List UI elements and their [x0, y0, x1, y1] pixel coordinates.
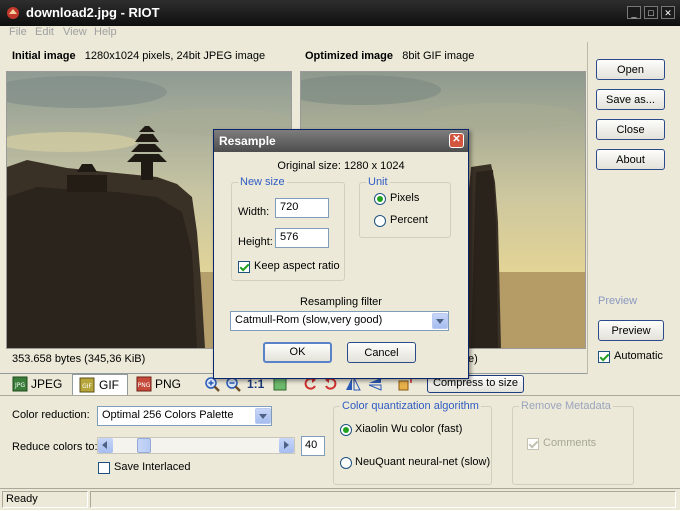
- height-input[interactable]: 576: [275, 228, 329, 248]
- unit-group: Unit: [359, 176, 451, 238]
- automatic-label: Automatic: [614, 350, 663, 362]
- reduce-colors-scrollbar[interactable]: [97, 437, 295, 454]
- tab-gif-label: GIF: [99, 378, 119, 392]
- svg-text:GIF: GIF: [82, 383, 92, 390]
- status-bar: Ready: [0, 488, 680, 511]
- xiaolin-wu-radio[interactable]: [340, 424, 352, 436]
- maximize-icon: □: [648, 8, 654, 18]
- optimized-image-info: 8bit GIF image: [402, 50, 475, 62]
- options-divider: [0, 395, 680, 396]
- reduce-colors-label: Reduce colors to:: [12, 441, 98, 453]
- initial-image-header: Initial image 1280x1024 pixels, 24bit JP…: [12, 50, 265, 62]
- tab-png[interactable]: PNG PNG: [132, 374, 192, 394]
- save-interlaced-checkbox[interactable]: [98, 462, 110, 474]
- original-size-text: Original size: 1280 x 1024: [277, 160, 405, 172]
- dialog-close-button[interactable]: ✕: [449, 133, 464, 148]
- pixels-label: Pixels: [390, 192, 420, 204]
- title-bar[interactable]: download2.jpg - RIOT _ □ ✕: [0, 0, 680, 26]
- menu-file[interactable]: File: [9, 26, 27, 38]
- dialog-title-bar[interactable]: Resample ✕: [214, 130, 468, 152]
- chevron-right-icon: [284, 441, 289, 449]
- minimize-button[interactable]: _: [627, 6, 641, 19]
- save-interlaced-label: Save Interlaced: [114, 461, 191, 473]
- resampling-filter-dropdown-icon[interactable]: [432, 313, 448, 329]
- neuquant-label: NeuQuant neural-net (slow): [355, 456, 491, 468]
- tab-gif[interactable]: GIF GIF: [72, 374, 128, 395]
- menu-bar: File Edit View Help: [0, 26, 680, 40]
- height-label: Height:: [238, 236, 273, 248]
- jpeg-file-icon: JPG: [12, 376, 28, 392]
- riot-window: download2.jpg - RIOT _ □ ✕ File Edit Vie…: [0, 0, 680, 510]
- scroll-right-button[interactable]: [279, 438, 294, 453]
- close-button[interactable]: Close: [596, 119, 665, 140]
- optimized-image-header: Optimized image 8bit GIF image: [305, 50, 474, 62]
- color-reduction-dropdown-icon[interactable]: [255, 408, 271, 424]
- gif-file-icon: GIF: [79, 377, 95, 393]
- scroll-thumb[interactable]: [137, 438, 151, 453]
- svg-text:JPG: JPG: [14, 382, 25, 389]
- window-title: download2.jpg - RIOT: [26, 5, 160, 20]
- tab-jpeg[interactable]: JPG JPEG: [8, 374, 68, 394]
- new-size-group-title: New size: [238, 176, 287, 188]
- optimized-image-title: Optimized image: [305, 50, 394, 62]
- color-reduction-label: Color reduction:: [12, 409, 90, 421]
- preview-button[interactable]: Preview: [598, 320, 664, 341]
- automatic-checkbox[interactable]: [598, 351, 610, 363]
- actual-size-button[interactable]: 1:1: [247, 377, 264, 391]
- keep-aspect-label: Keep aspect ratio: [254, 260, 340, 272]
- percent-radio[interactable]: [374, 215, 386, 227]
- png-file-icon: PNG: [136, 376, 152, 392]
- resampling-filter-value: Catmull-Rom (slow,very good): [235, 314, 383, 326]
- tab-png-label: PNG: [155, 377, 182, 391]
- svg-text:PNG: PNG: [138, 382, 151, 389]
- status-text: Ready: [6, 493, 38, 505]
- ok-button[interactable]: OK: [263, 342, 332, 363]
- maximize-button[interactable]: □: [644, 6, 658, 19]
- initial-image-title: Initial image: [12, 50, 76, 62]
- menu-view[interactable]: View: [63, 26, 87, 38]
- about-button[interactable]: About: [596, 149, 665, 170]
- menu-edit[interactable]: Edit: [35, 26, 54, 38]
- status-cell-1: Ready: [2, 491, 88, 508]
- dialog-title: Resample: [219, 134, 276, 148]
- comments-label: Comments: [543, 437, 597, 449]
- keep-aspect-checkbox[interactable]: [238, 261, 250, 273]
- cancel-button[interactable]: Cancel: [347, 342, 416, 363]
- close-window-button[interactable]: ✕: [661, 6, 675, 19]
- menu-help[interactable]: Help: [94, 26, 117, 38]
- resampling-filter-label: Resampling filter: [300, 296, 382, 308]
- chevron-left-icon: [102, 441, 107, 449]
- close-icon: ✕: [664, 8, 672, 18]
- pixels-radio[interactable]: [374, 193, 386, 205]
- percent-label: Percent: [390, 214, 428, 226]
- tab-jpeg-label: JPEG: [31, 377, 63, 391]
- save-as-button[interactable]: Save as...: [596, 89, 665, 110]
- app-icon: [7, 7, 19, 19]
- status-cell-2: [90, 491, 676, 508]
- preview-group-title: Preview: [596, 295, 640, 307]
- width-input[interactable]: 720: [275, 198, 329, 218]
- open-button[interactable]: Open: [596, 59, 665, 80]
- width-label: Width:: [238, 206, 270, 218]
- optimized-file-size: e): [468, 353, 478, 365]
- quantization-group-title: Color quantization algorithm: [340, 400, 481, 412]
- color-reduction-select[interactable]: Optimal 256 Colors Palette: [97, 406, 272, 426]
- minimize-icon: _: [631, 8, 637, 18]
- xiaolin-wu-label: Xiaolin Wu color (fast): [355, 423, 463, 435]
- resampling-filter-select[interactable]: Catmull-Rom (slow,very good): [230, 311, 449, 331]
- scroll-left-button[interactable]: [98, 438, 113, 453]
- initial-file-size: 353.658 bytes (345,36 KiB): [12, 353, 146, 365]
- color-reduction-value: Optimal 256 Colors Palette: [102, 409, 234, 421]
- reduce-colors-value[interactable]: 40: [301, 436, 325, 456]
- initial-image-info: 1280x1024 pixels, 24bit JPEG image: [84, 50, 266, 62]
- unit-group-title: Unit: [366, 176, 390, 188]
- comments-checkbox[interactable]: [527, 438, 539, 450]
- resample-dialog: Resample ✕ Original size: 1280 x 1024 Ne…: [213, 129, 469, 379]
- metadata-group-title: Remove Metadata: [519, 400, 613, 412]
- neuquant-radio[interactable]: [340, 457, 352, 469]
- quantization-group: Color quantization algorithm: [333, 400, 492, 485]
- close-icon: ✕: [452, 134, 461, 145]
